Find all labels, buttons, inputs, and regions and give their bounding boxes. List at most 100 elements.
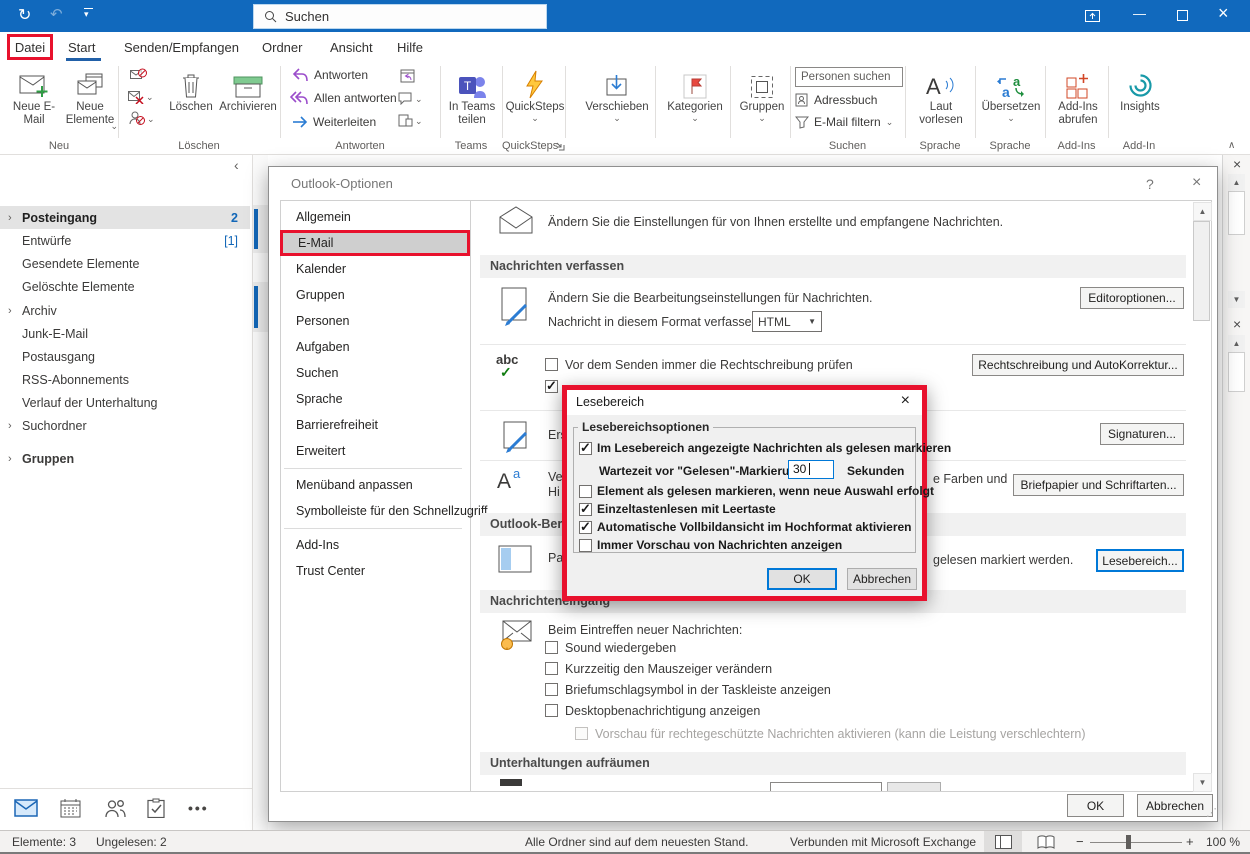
tab-hilfe[interactable]: Hilfe	[397, 36, 423, 59]
reading-dialog-close-icon[interactable]: ×	[901, 392, 910, 410]
options-nav-personen[interactable]: Personen	[281, 308, 469, 334]
options-cancel-button[interactable]: Abbrechen	[1137, 794, 1213, 817]
send-receive-icon[interactable]: ↻	[18, 5, 31, 25]
editor-options-button[interactable]: Editoroptionen...	[1080, 287, 1184, 309]
collapse-ribbon-icon[interactable]: ∧	[1228, 140, 1235, 151]
close-pane-icon[interactable]: ×	[1233, 316, 1241, 332]
reading-dialog-cancel-button[interactable]: Abbrechen	[847, 568, 917, 590]
scroll-up-icon[interactable]: ▲	[1228, 174, 1245, 191]
options-nav-kalender[interactable]: Kalender	[281, 256, 469, 282]
sidebar-item-entwuerfe[interactable]: Entwürfe [1]	[0, 229, 250, 252]
new-email-button[interactable]: Neue E-Mail	[8, 64, 60, 140]
options-nav-barrierefreiheit[interactable]: Barrierefreiheit	[281, 412, 469, 438]
groups-button[interactable]: Gruppen ⌄	[734, 64, 790, 140]
options-nav-erweitert[interactable]: Erweitert	[281, 438, 469, 464]
minimize-button[interactable]: —	[1133, 6, 1146, 21]
scroll-up-icon[interactable]: ▲	[1228, 335, 1245, 352]
options-close-icon[interactable]: ×	[1192, 174, 1201, 192]
address-book-button[interactable]: Adressbuch	[795, 93, 877, 107]
mark-read-checkbox[interactable]	[579, 442, 592, 455]
options-nav-addins[interactable]: Add-Ins	[281, 532, 469, 558]
quicksteps-button[interactable]: QuickSteps ⌄	[506, 64, 564, 140]
move-button[interactable]: Verschieben ⌄	[582, 64, 652, 140]
sidebar-item-suchordner[interactable]: ›Suchordner	[0, 414, 250, 437]
tab-senden-empfangen[interactable]: Senden/Empfangen	[124, 36, 239, 59]
reply-all-button[interactable]: Allen antworten	[290, 91, 397, 105]
options-nav-suchen[interactable]: Suchen	[281, 360, 469, 386]
options-scroll-down-icon[interactable]: ▼	[1193, 773, 1212, 792]
options-nav-aufgaben[interactable]: Aufgaben	[281, 334, 469, 360]
options-nav-menueband[interactable]: Menüband anpassen	[281, 472, 469, 498]
sidebar-item-postausgang[interactable]: Postausgang	[0, 345, 250, 368]
find-people-input[interactable]: Personen suchen	[795, 67, 903, 87]
single-key-reading-checkbox[interactable]	[579, 503, 592, 516]
spell-check-checkbox[interactable]	[545, 358, 558, 371]
get-addins-button[interactable]: Add-Ins abrufen	[1048, 64, 1108, 140]
stationery-fonts-button[interactable]: Briefpapier und Schriftarten...	[1013, 474, 1184, 496]
people-nav-icon[interactable]	[104, 799, 127, 818]
forward-button[interactable]: Weiterleiten	[292, 115, 376, 129]
zoom-level[interactable]: 100 %	[1206, 835, 1240, 849]
signatures-button[interactable]: Signaturen...	[1100, 423, 1184, 445]
envelope-taskbar-checkbox[interactable]	[545, 683, 558, 696]
junk-button[interactable]: ⌄	[129, 111, 155, 126]
resize-grip[interactable]: ⋰	[1206, 806, 1217, 819]
archive-button[interactable]: Archivieren	[218, 64, 278, 140]
wait-seconds-input[interactable]: 30	[788, 460, 834, 479]
options-ok-button[interactable]: OK	[1067, 794, 1124, 817]
sidebar-item-archiv[interactable]: ›Archiv	[0, 299, 250, 322]
tab-datei[interactable]: Datei	[15, 36, 45, 59]
new-items-button[interactable]: Neue Elemente ⌄	[62, 64, 118, 140]
zoom-slider-thumb[interactable]	[1126, 835, 1131, 849]
sidebar-item-gruppen[interactable]: ›Gruppen	[0, 447, 250, 470]
mail-nav-icon[interactable]	[14, 799, 38, 817]
im-button[interactable]: ⌄	[398, 92, 423, 105]
reading-dialog-ok-button[interactable]: OK	[767, 568, 837, 590]
zoom-slider-track[interactable]	[1090, 842, 1182, 843]
portrait-fullscreen-checkbox[interactable]	[579, 521, 592, 534]
reply-button[interactable]: Antworten	[292, 68, 368, 82]
dialog-launcher-icon[interactable]	[556, 142, 565, 151]
sidebar-item-rss[interactable]: RSS-Abonnements	[0, 368, 250, 391]
desktop-alert-checkbox[interactable]	[545, 704, 558, 717]
zoom-out-icon[interactable]: −	[1076, 834, 1084, 849]
undo-icon[interactable]: ↶	[50, 5, 63, 23]
sound-checkbox[interactable]	[545, 641, 558, 654]
ribbon-display-options-icon[interactable]	[1085, 10, 1100, 22]
options-nav-email-selected[interactable]: E-Mail	[280, 230, 470, 256]
reading-view-icon[interactable]	[1037, 835, 1055, 849]
qat-chevron-icon[interactable]: ▾	[84, 9, 89, 20]
close-button[interactable]: ×	[1218, 3, 1229, 24]
normal-view-button[interactable]	[984, 831, 1022, 852]
filter-email-button[interactable]: E-Mail filtern ⌄	[795, 115, 893, 129]
tab-start[interactable]: Start	[68, 36, 95, 59]
more-apps-icon[interactable]: •••	[188, 800, 209, 816]
sidebar-item-posteingang[interactable]: › Posteingang 2	[0, 206, 250, 229]
options-scroll-up-icon[interactable]: ▲	[1193, 202, 1212, 221]
search-input[interactable]: Suchen	[253, 4, 547, 29]
delete-button[interactable]: Löschen	[166, 64, 216, 140]
translate-button[interactable]: aa Übersetzen ⌄	[980, 64, 1042, 140]
options-scrollbar-thumb[interactable]	[1193, 221, 1210, 321]
scrollbar-thumb[interactable]	[1228, 191, 1245, 235]
options-nav-trustcenter[interactable]: Trust Center	[281, 558, 469, 584]
close-pane-icon[interactable]: ×	[1233, 156, 1241, 172]
help-icon[interactable]: ?	[1146, 176, 1154, 192]
tab-ordner[interactable]: Ordner	[262, 36, 302, 59]
share-to-teams-button[interactable]: T In Teams teilen	[444, 64, 500, 140]
categories-button[interactable]: Kategorien ⌄	[662, 64, 728, 140]
options-nav-allgemein[interactable]: Allgemein	[281, 204, 469, 230]
sidebar-item-junk[interactable]: Junk-E-Mail	[0, 322, 250, 345]
scrollbar-thumb[interactable]	[1228, 352, 1245, 392]
meeting-button[interactable]	[400, 68, 416, 83]
mark-on-selection-checkbox[interactable]	[579, 485, 592, 498]
spelling-autocorrect-button[interactable]: Rechtschreibung und AutoKorrektur...	[972, 354, 1184, 376]
tab-ansicht[interactable]: Ansicht	[330, 36, 373, 59]
options-nav-gruppen[interactable]: Gruppen	[281, 282, 469, 308]
maximize-button[interactable]	[1177, 10, 1188, 21]
format-dropdown[interactable]: HTML ▼	[752, 311, 822, 332]
collapse-folder-pane-icon[interactable]: ‹	[234, 157, 239, 173]
more-respond-button[interactable]: ⌄	[398, 114, 423, 127]
read-aloud-button[interactable]: A Laut vorlesen	[910, 64, 972, 140]
calendar-nav-icon[interactable]	[60, 798, 81, 818]
